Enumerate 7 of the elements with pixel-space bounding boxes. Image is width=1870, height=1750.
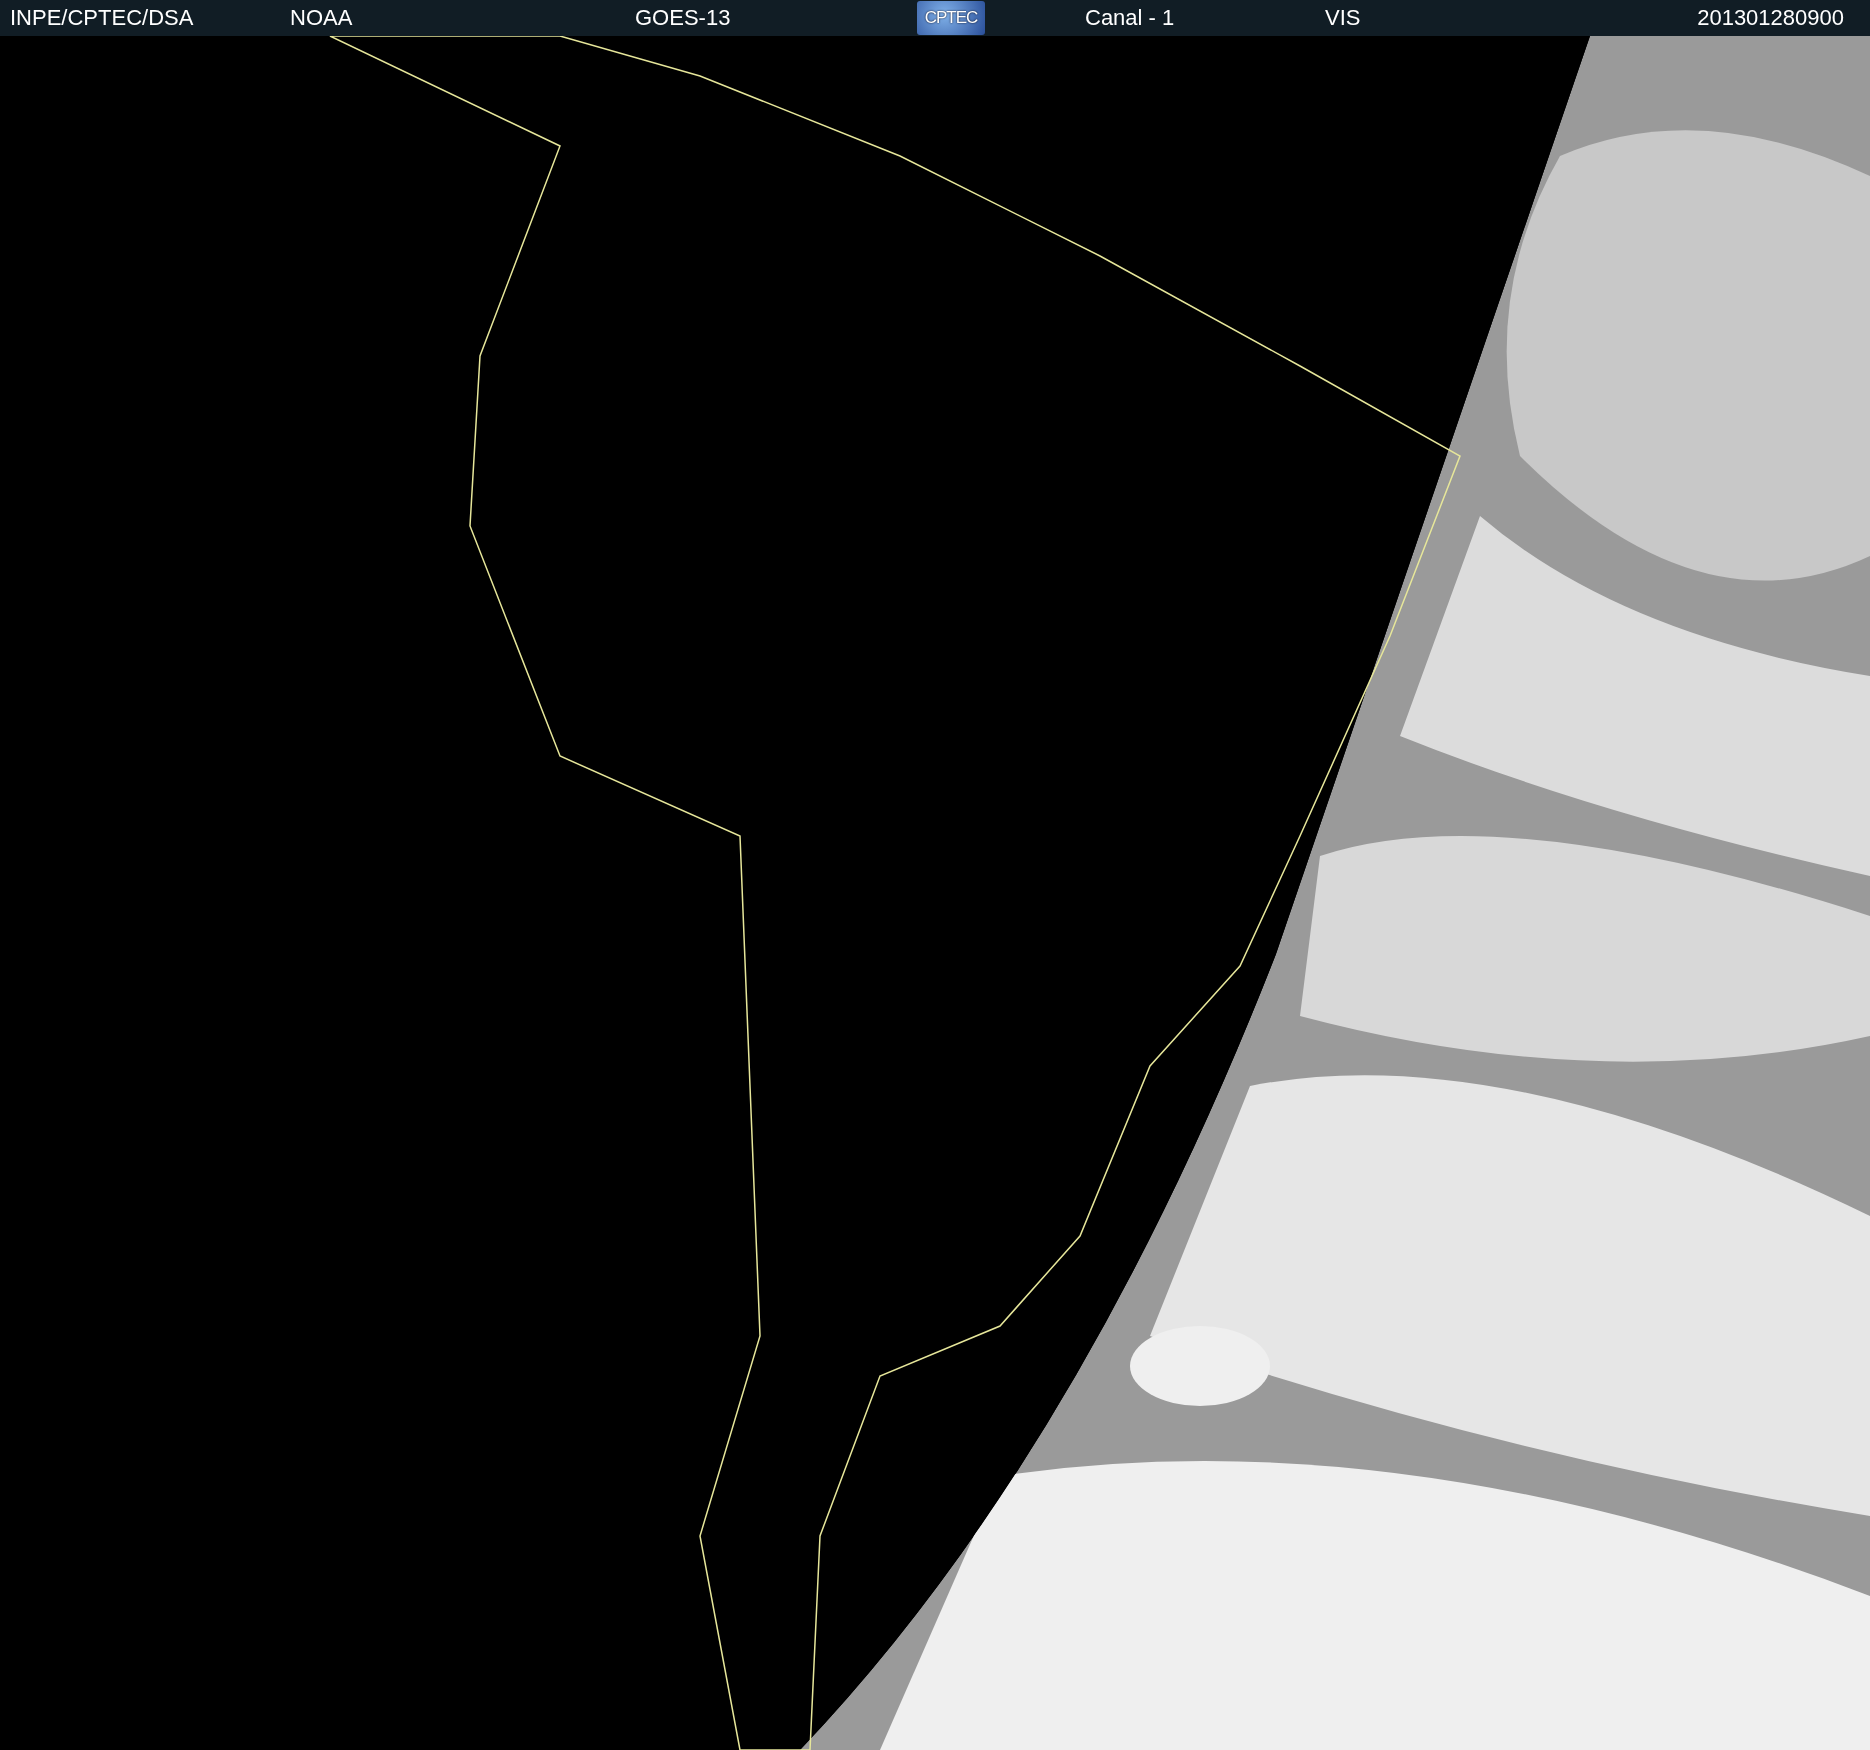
header-label: INPE/CPTEC/DSA (10, 5, 194, 31)
header-label: GOES-13 (635, 5, 731, 31)
logo: CPTEC (917, 1, 985, 35)
header-label: NOAA (290, 5, 353, 31)
header-label: Canal - 1 (1085, 5, 1175, 31)
header-label: VIS (1325, 5, 1361, 31)
header-label: 201301280900 (1697, 5, 1844, 31)
